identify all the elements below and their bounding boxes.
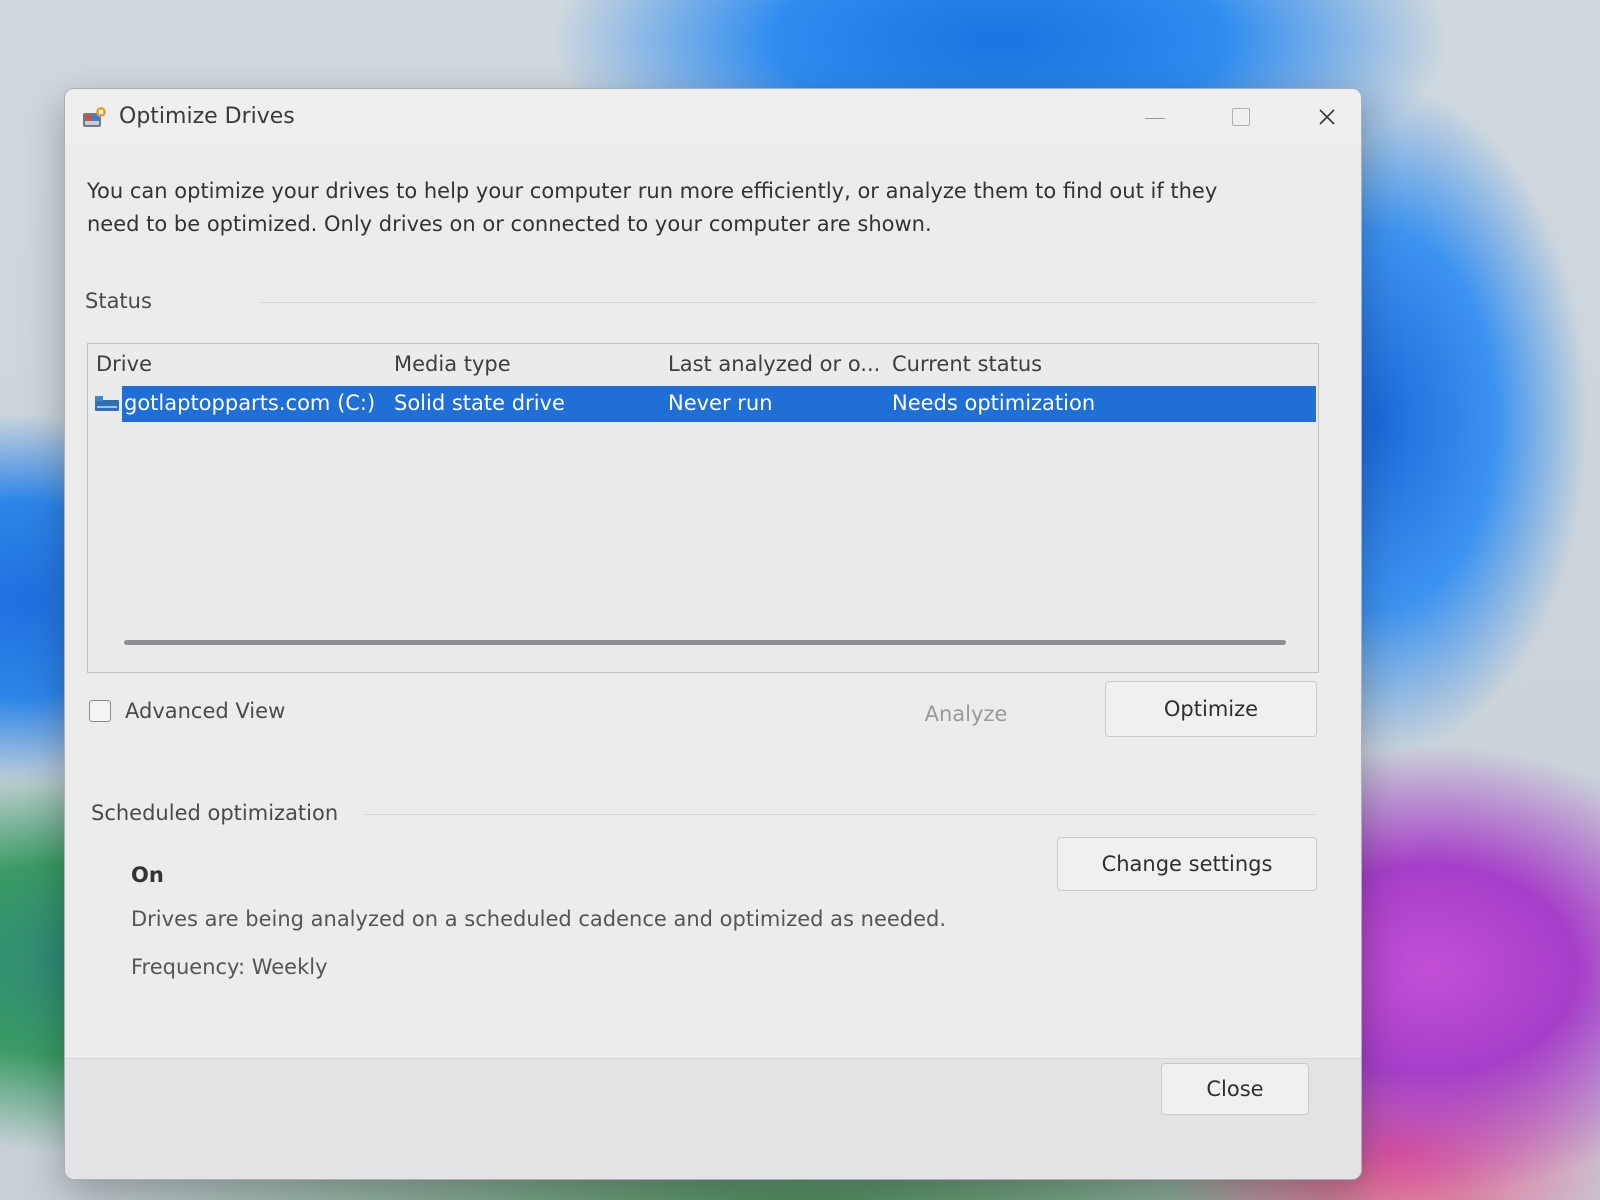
schedule-frequency: Frequency: Weekly bbox=[131, 955, 328, 979]
table-row[interactable]: gotlaptopparts.com (C:) Solid state driv… bbox=[122, 386, 1316, 422]
analyze-button[interactable]: Analyze bbox=[865, 687, 1067, 741]
defrag-app-icon bbox=[83, 107, 106, 127]
maximize-button[interactable] bbox=[1211, 97, 1271, 137]
scheduled-divider bbox=[365, 814, 1315, 815]
schedule-description: Drives are being analyzed on a scheduled… bbox=[131, 907, 947, 931]
current-status-cell: Needs optimization bbox=[892, 391, 1096, 415]
intro-text: You can optimize your drives to help you… bbox=[87, 179, 1218, 236]
minimize-button[interactable] bbox=[1125, 97, 1185, 137]
advanced-view-checkbox[interactable] bbox=[89, 700, 111, 722]
last-analyzed-cell: Never run bbox=[668, 391, 773, 415]
drives-list[interactable]: Drive Media type Last analyzed or o... C… bbox=[87, 343, 1319, 673]
column-header-current-status[interactable]: Current status bbox=[892, 352, 1042, 376]
drive-icon bbox=[95, 396, 119, 411]
optimize-button[interactable]: Optimize bbox=[1105, 681, 1317, 737]
title-bar[interactable]: Optimize Drives bbox=[65, 89, 1361, 145]
advanced-view-label: Advanced View bbox=[125, 699, 286, 723]
close-icon bbox=[1319, 109, 1335, 125]
status-group-label: Status bbox=[85, 289, 152, 313]
status-divider bbox=[261, 302, 1315, 303]
window-title: Optimize Drives bbox=[119, 104, 295, 129]
schedule-state: On bbox=[131, 863, 164, 887]
drive-name-cell: gotlaptopparts.com (C:) bbox=[124, 391, 376, 415]
horizontal-scrollbar[interactable] bbox=[124, 640, 1286, 645]
media-type-cell: Solid state drive bbox=[394, 391, 565, 415]
column-header-last-analyzed[interactable]: Last analyzed or o... bbox=[668, 352, 880, 376]
optimize-drives-window: Optimize Drives You can optimize your dr… bbox=[64, 88, 1362, 1180]
scheduled-group-label: Scheduled optimization bbox=[91, 801, 339, 825]
column-header-drive[interactable]: Drive bbox=[96, 352, 152, 376]
minimize-icon bbox=[1145, 117, 1165, 119]
change-settings-button[interactable]: Change settings bbox=[1057, 837, 1317, 891]
column-header-media-type[interactable]: Media type bbox=[394, 352, 511, 376]
maximize-icon bbox=[1232, 108, 1250, 126]
close-window-button[interactable] bbox=[1297, 97, 1357, 137]
close-button[interactable]: Close bbox=[1161, 1063, 1309, 1115]
advanced-view-option[interactable]: Advanced View bbox=[89, 699, 285, 723]
list-header: Drive Media type Last analyzed or o... C… bbox=[88, 344, 1318, 384]
